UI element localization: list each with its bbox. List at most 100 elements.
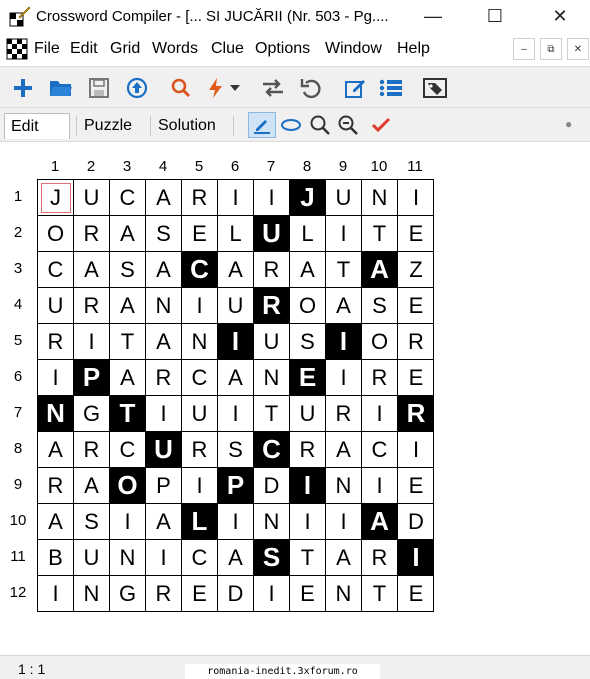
search-icon[interactable]	[168, 75, 194, 101]
grid-cell[interactable]: A	[110, 288, 146, 324]
grid-cell[interactable]: A	[146, 324, 182, 360]
crossword-grid[interactable]: JUCARIIJUNIORASELULITECASACARATAZURANIUR…	[37, 179, 434, 612]
grid-cell[interactable]: U	[146, 432, 182, 468]
grid-cell[interactable]: T	[326, 252, 362, 288]
mdi-minimize-button[interactable]: –	[513, 38, 535, 60]
grid-cell[interactable]: A	[218, 360, 254, 396]
grid-cell[interactable]: C	[110, 180, 146, 216]
grid-cell[interactable]: I	[326, 360, 362, 396]
grid-cell[interactable]: T	[110, 324, 146, 360]
close-button[interactable]: ✕	[537, 0, 583, 32]
mdi-restore-button[interactable]: ⧉	[540, 38, 562, 60]
grid-cell[interactable]: R	[38, 324, 74, 360]
grid-cell[interactable]: C	[254, 432, 290, 468]
save-icon[interactable]	[86, 75, 112, 101]
grid-cell[interactable]: A	[218, 540, 254, 576]
minimize-button[interactable]: —	[410, 0, 456, 32]
grid-cell[interactable]: N	[146, 288, 182, 324]
grid-cell[interactable]: U	[38, 288, 74, 324]
grid-cell[interactable]: R	[362, 540, 398, 576]
grid-cell[interactable]: R	[38, 468, 74, 504]
grid-cell[interactable]: U	[254, 324, 290, 360]
grid-cell[interactable]: A	[326, 288, 362, 324]
list-icon[interactable]	[378, 75, 404, 101]
edit-icon[interactable]	[342, 75, 368, 101]
grid-cell[interactable]: I	[110, 504, 146, 540]
grid-cell[interactable]: D	[398, 504, 434, 540]
grid-cell[interactable]: I	[218, 180, 254, 216]
grid-cell[interactable]: A	[362, 252, 398, 288]
undo-icon[interactable]	[298, 75, 324, 101]
grid-cell[interactable]: C	[182, 252, 218, 288]
grid-cell[interactable]: I	[398, 540, 434, 576]
grid-cell[interactable]: C	[182, 540, 218, 576]
maximize-button[interactable]: ☐	[472, 0, 518, 32]
grid-cell[interactable]: A	[38, 504, 74, 540]
grid-cell[interactable]: E	[290, 360, 326, 396]
grid-cell[interactable]: R	[326, 396, 362, 432]
grid-cell[interactable]: R	[74, 432, 110, 468]
tab-puzzle[interactable]: Puzzle	[78, 113, 144, 139]
grid-cell[interactable]: G	[74, 396, 110, 432]
grid-cell[interactable]: L	[290, 216, 326, 252]
grid-cell[interactable]: U	[326, 180, 362, 216]
grid-cell[interactable]: S	[362, 288, 398, 324]
grid-cell[interactable]: A	[290, 252, 326, 288]
grid-cell[interactable]: T	[254, 396, 290, 432]
menu-window[interactable]: Window	[325, 40, 382, 58]
grid-cell[interactable]: D	[254, 468, 290, 504]
dropdown-arrow-icon[interactable]	[228, 75, 242, 101]
grid-cell[interactable]: A	[146, 252, 182, 288]
grid-cell[interactable]: A	[218, 252, 254, 288]
tab-edit[interactable]: Edit	[4, 113, 70, 139]
grid-cell[interactable]: I	[218, 324, 254, 360]
grid-cell[interactable]: T	[362, 576, 398, 612]
grid-cell[interactable]: A	[74, 468, 110, 504]
grid-cell[interactable]: I	[398, 432, 434, 468]
grid-cell[interactable]: C	[362, 432, 398, 468]
grid-cell[interactable]: A	[110, 216, 146, 252]
grid-cell[interactable]: U	[74, 540, 110, 576]
ellipse-icon[interactable]	[278, 112, 304, 138]
grid-cell[interactable]: A	[38, 432, 74, 468]
grid-cell[interactable]: U	[290, 396, 326, 432]
menu-words[interactable]: Words	[152, 40, 198, 58]
grid-cell[interactable]: P	[218, 468, 254, 504]
add-icon[interactable]	[10, 75, 36, 101]
grid-cell[interactable]: A	[362, 504, 398, 540]
zoom-out-icon[interactable]	[335, 112, 361, 138]
grid-cell[interactable]: E	[398, 288, 434, 324]
upload-icon[interactable]	[124, 75, 150, 101]
tag-icon[interactable]	[422, 75, 448, 101]
grid-cell[interactable]: O	[290, 288, 326, 324]
grid-cell[interactable]: N	[74, 576, 110, 612]
grid-cell[interactable]: S	[110, 252, 146, 288]
zoom-icon[interactable]	[307, 112, 333, 138]
grid-cell[interactable]: U	[182, 396, 218, 432]
menu-file[interactable]: File	[34, 40, 60, 58]
grid-cell[interactable]: U	[74, 180, 110, 216]
open-folder-icon[interactable]	[48, 75, 74, 101]
grid-cell[interactable]: N	[38, 396, 74, 432]
grid-cell[interactable]: I	[362, 396, 398, 432]
grid-cell[interactable]: G	[110, 576, 146, 612]
check-icon[interactable]	[368, 112, 394, 138]
grid-cell[interactable]: E	[182, 216, 218, 252]
grid-cell[interactable]: C	[110, 432, 146, 468]
grid-cell[interactable]: I	[146, 540, 182, 576]
grid-cell[interactable]: R	[74, 216, 110, 252]
swap-icon[interactable]	[260, 75, 286, 101]
grid-cell[interactable]: N	[362, 180, 398, 216]
grid-cell[interactable]: I	[38, 360, 74, 396]
grid-cell[interactable]: O	[38, 216, 74, 252]
menu-edit[interactable]: Edit	[70, 40, 98, 58]
grid-cell[interactable]: R	[290, 432, 326, 468]
grid-cell[interactable]: I	[254, 180, 290, 216]
menu-grid[interactable]: Grid	[110, 40, 140, 58]
mdi-close-button[interactable]: ✕	[567, 38, 589, 60]
grid-cell[interactable]: N	[254, 360, 290, 396]
grid-cell[interactable]: I	[290, 504, 326, 540]
grid-cell[interactable]: A	[146, 180, 182, 216]
grid-cell[interactable]: R	[362, 360, 398, 396]
grid-cell[interactable]: E	[398, 216, 434, 252]
